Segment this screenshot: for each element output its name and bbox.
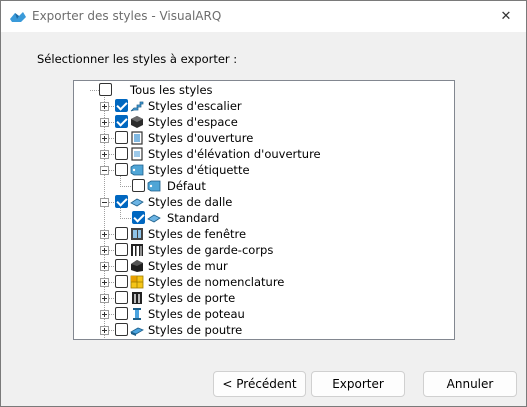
tree-item-label: Styles d'élévation d'ouverture: [148, 147, 321, 161]
tree-item-styles-d-elevation-d-ouverture[interactable]: Styles d'élévation d'ouverture: [74, 146, 454, 162]
tree-item-styles-de-garde-corps[interactable]: Styles de garde-corps: [74, 242, 454, 258]
tree-item-label: Styles de mur: [148, 259, 228, 273]
expand-toggle-styles-d-escalier[interactable]: [100, 102, 109, 111]
tree-root-label: Tous les styles: [130, 83, 213, 97]
expand-toggle-styles-de-mur[interactable]: [100, 262, 109, 271]
expand-toggle-styles-de-nomenclature[interactable]: [100, 278, 109, 287]
checkbox-styles-d-escalier[interactable]: [115, 99, 128, 112]
expand-toggle-styles-de-fenetre[interactable]: [100, 230, 109, 239]
expand-toggle-styles-de-poutre[interactable]: [100, 326, 109, 335]
checkbox-styles-de-fenetre[interactable]: [115, 227, 128, 240]
checkbox-styles-d-elevation-d-ouverture[interactable]: [115, 147, 128, 160]
checkbox-styles-d-ouverture[interactable]: [115, 131, 128, 144]
tree-item-styles-de-poteau[interactable]: Styles de poteau: [74, 306, 454, 322]
checkbox-styles-de-mur[interactable]: [115, 259, 128, 272]
tree-item-label: Styles de nomenclature: [148, 275, 285, 289]
checkbox-all-styles[interactable]: [99, 83, 112, 96]
opening-elevation-icon: [130, 147, 144, 161]
beam-icon: [130, 323, 144, 337]
tree-child-defaut[interactable]: Défaut: [74, 176, 454, 194]
checkbox-styles-de-dalle[interactable]: [115, 195, 128, 208]
tree-child-standard[interactable]: Standard: [74, 208, 454, 226]
tree-item-styles-d-etiquette[interactable]: Styles d'étiquette: [74, 162, 454, 178]
checkbox-styles-de-poteau[interactable]: [115, 307, 128, 320]
tree-item-styles-d-escalier[interactable]: Styles d'escalier: [74, 98, 454, 114]
styles-tree[interactable]: Tous les styles Styles d'escalier Styles d…: [73, 80, 455, 340]
expand-toggle-styles-d-elevation-d-ouverture[interactable]: [100, 150, 109, 159]
expand-toggle-styles-d-espace[interactable]: [100, 118, 109, 127]
checkbox-styles-de-nomenclature[interactable]: [115, 275, 128, 288]
export-button[interactable]: Exporter: [311, 371, 405, 397]
tree-item-styles-de-mur[interactable]: Styles de mur: [74, 258, 454, 274]
door-icon: [130, 291, 144, 305]
window-icon: [130, 227, 144, 241]
tree-item-styles-de-porte[interactable]: Styles de porte: [74, 290, 454, 306]
tree-item-label: Styles de garde-corps: [148, 243, 274, 257]
column-icon: [130, 307, 144, 321]
visualarq-app-icon: [10, 12, 26, 22]
tree-connector: [120, 208, 121, 218]
space-icon: [130, 115, 144, 129]
previous-button[interactable]: < Précédent: [213, 371, 306, 397]
tree-connector: [120, 176, 121, 186]
tree-item-label: Styles d'étiquette: [148, 163, 250, 177]
tree-item-label: Styles d'espace: [148, 115, 238, 129]
tree-connector: [120, 186, 132, 187]
instruction-label: Sélectionner les styles à exporter :: [37, 52, 238, 66]
table-icon: [130, 275, 144, 289]
stair-icon: [130, 99, 144, 113]
tree-item-label: Styles de porte: [148, 291, 236, 305]
checkbox-styles-de-porte[interactable]: [115, 291, 128, 304]
checkbox-styles-de-poutre[interactable]: [115, 323, 128, 336]
tree-item-styles-d-espace[interactable]: Styles d'espace: [74, 114, 454, 130]
checkbox-styles-d-espace[interactable]: [115, 115, 128, 128]
title-bar[interactable]: Exporter des styles - VisualARQ ✕: [1, 1, 526, 32]
checkbox-defaut[interactable]: [132, 179, 145, 192]
expand-toggle-styles-de-porte[interactable]: [100, 294, 109, 303]
cancel-button[interactable]: Annuler: [423, 371, 517, 397]
slab-icon: [130, 195, 144, 209]
label-tag-icon: [130, 163, 144, 177]
tree-child-label: Standard: [167, 211, 220, 225]
checkbox-styles-de-garde-corps[interactable]: [115, 243, 128, 256]
tree-child-label: Défaut: [167, 179, 206, 193]
expand-toggle-styles-d-ouverture[interactable]: [100, 134, 109, 143]
close-icon: ✕: [500, 9, 512, 24]
checkbox-styles-d-etiquette[interactable]: [115, 163, 128, 176]
expand-toggle-styles-de-poteau[interactable]: [100, 310, 109, 319]
wall-icon: [130, 259, 144, 273]
window-title: Exporter des styles - VisualARQ: [32, 9, 222, 23]
tree-item-styles-de-nomenclature[interactable]: Styles de nomenclature: [74, 274, 454, 290]
tree-item-label: Styles de poutre: [148, 323, 243, 337]
slab-icon: [147, 211, 161, 225]
export-styles-dialog: Exporter des styles - VisualARQ ✕ Sélect…: [0, 0, 527, 407]
tree-item-label: Styles de poteau: [148, 307, 245, 321]
tree-root-row[interactable]: Tous les styles: [74, 82, 454, 98]
collapse-toggle-styles-de-dalle[interactable]: [100, 198, 109, 207]
tree-item-styles-de-dalle[interactable]: Styles de dalle: [74, 194, 454, 210]
opening-icon: [130, 131, 144, 145]
tree-item-label: Styles d'ouverture: [148, 131, 254, 145]
tree-item-label: Styles d'escalier: [148, 99, 242, 113]
tree-item-label: Styles de dalle: [148, 195, 233, 209]
tree-connector: [120, 218, 132, 219]
checkbox-standard[interactable]: [132, 211, 145, 224]
expand-toggle-styles-de-garde-corps[interactable]: [100, 246, 109, 255]
tree-item-styles-de-fenetre[interactable]: Styles de fenêtre: [74, 226, 454, 242]
tree-item-label: Styles de fenêtre: [148, 227, 247, 241]
label-tag-icon: [147, 179, 161, 193]
close-button[interactable]: ✕: [486, 1, 526, 32]
railing-icon: [130, 243, 144, 257]
tree-item-styles-d-ouverture[interactable]: Styles d'ouverture: [74, 130, 454, 146]
tree-item-styles-de-poutre[interactable]: Styles de poutre: [74, 322, 454, 338]
collapse-toggle-styles-d-etiquette[interactable]: [100, 166, 109, 175]
